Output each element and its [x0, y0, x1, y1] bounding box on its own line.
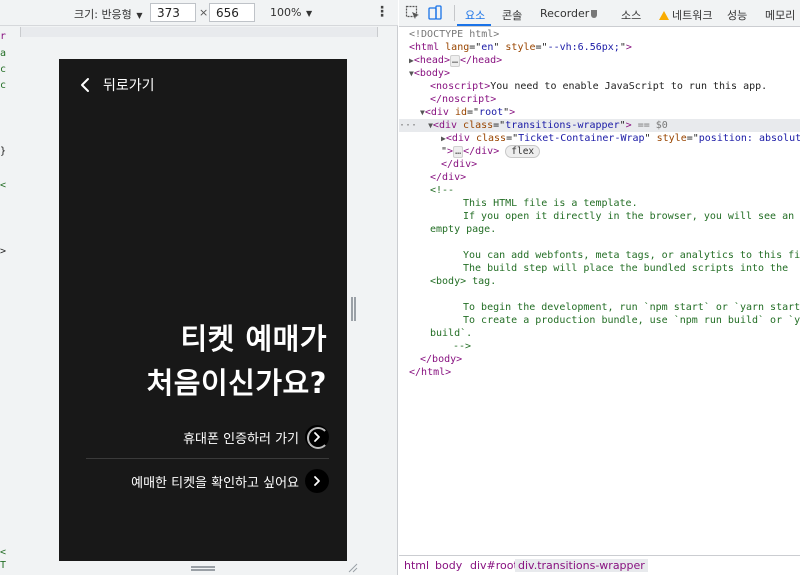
comment-close: -->: [453, 341, 472, 352]
breadcrumb-transitions-wrapper[interactable]: div.transitions-wrapper: [515, 559, 648, 572]
chevron-right-icon: [314, 432, 320, 442]
width-input[interactable]: 373: [150, 3, 196, 22]
headline-line-1: 티켓 예매가: [180, 322, 327, 356]
dom-node-head[interactable]: ▶<head>… </head>: [399, 54, 800, 67]
toolbar-separator: [454, 5, 455, 21]
tab-sources[interactable]: 소스: [621, 7, 641, 23]
dom-node-root[interactable]: ▼<div id="root">: [399, 106, 800, 119]
collapsed-ellipsis[interactable]: …: [449, 55, 461, 67]
dom-breadcrumbs: html body div#root div.transitions-wrapp…: [399, 555, 800, 575]
times-separator: ×: [199, 6, 209, 19]
device-emulation-pane: t r a c c } < > < T 크기: 반응형 ▼ 373 × 656 …: [0, 0, 398, 575]
browser-window: t r a c c } < > < T 크기: 반응형 ▼ 373 × 656 …: [0, 0, 800, 575]
flex-badge[interactable]: flex: [505, 145, 541, 158]
check-tickets-label: 예매한 티켓을 확인하고 싶어요: [131, 475, 299, 491]
headline-line-2: 처음이신가요?: [146, 366, 327, 400]
breadcrumb-root[interactable]: div#root: [470, 559, 518, 572]
dom-node-body[interactable]: ▼<body>: [399, 67, 800, 80]
arrow-button-circle: [305, 469, 329, 493]
check-tickets-button[interactable]: 예매한 티켓을 확인하고 싶어요: [131, 468, 329, 494]
tab-network-label: 네트워크: [672, 9, 713, 22]
comment-line: The build step will place the bundled sc…: [463, 263, 789, 274]
tab-performance[interactable]: 성능: [727, 7, 747, 23]
selected-marker: == $0: [637, 120, 668, 131]
responsive-dimensions-dropdown[interactable]: 크기: 반응형 ▼: [74, 6, 143, 22]
comment-line: empty page.: [430, 224, 497, 235]
caret-down-icon: ▼: [133, 11, 143, 20]
underlying-code-edge: t r a c c } < > < T: [0, 12, 7, 571]
breadcrumb-body[interactable]: body: [435, 559, 462, 572]
divider: [86, 458, 329, 459]
headline: 티켓 예매가 처음이신가요?: [147, 317, 327, 405]
resize-handle-right[interactable]: [351, 297, 356, 321]
dom-node-root-close[interactable]: </div>: [399, 171, 800, 184]
zoom-dropdown[interactable]: 100% ▼: [270, 6, 312, 19]
back-label: 뒤로가기: [103, 78, 155, 94]
comment-line: To begin the development, run `npm start…: [463, 302, 800, 313]
dom-node-html-close[interactable]: </html>: [399, 366, 800, 379]
experiment-flask-icon: [591, 10, 598, 18]
loading-spinner-icon: [305, 425, 329, 449]
dom-node-noscript[interactable]: <noscript>You need to enable JavaScript …: [399, 80, 800, 93]
resize-corner-icon[interactable]: [348, 563, 358, 573]
comment-line: If you open it directly in the browser, …: [463, 211, 795, 222]
resize-handle-bottom[interactable]: [191, 566, 215, 571]
node-actions-icon[interactable]: ···: [399, 120, 423, 131]
comment-line: build`.: [430, 328, 473, 339]
caret-down-icon: ▼: [303, 9, 313, 18]
comment-open[interactable]: <!--: [399, 184, 800, 197]
dom-node-html[interactable]: <html lang="en" style="--vh:6.56px;">: [399, 41, 800, 54]
tab-console[interactable]: 콘솔: [502, 7, 522, 23]
media-query-ruler: [20, 27, 378, 37]
dom-node-body-close[interactable]: </body>: [399, 353, 800, 366]
active-tab-indicator: [457, 24, 491, 26]
comment-line: You can add webfonts, meta tags, or anal…: [463, 250, 800, 261]
tab-elements[interactable]: 요소: [465, 7, 485, 23]
doctype-line: <!DOCTYPE html>: [409, 29, 500, 40]
device-toggle-icon[interactable]: [427, 5, 443, 21]
devtools-panel: 요소 콘솔 Recorder 소스 네트워크 성능 메모리 <!DOCTYPE …: [399, 0, 800, 575]
comment-line: This HTML file is a template.: [463, 198, 638, 209]
phone-verify-button[interactable]: 휴대폰 인증하러 가기: [183, 424, 329, 450]
warning-icon: [659, 11, 669, 20]
breadcrumb-html[interactable]: html: [404, 559, 429, 572]
inspect-element-icon[interactable]: [405, 5, 421, 21]
tab-network[interactable]: 네트워크: [659, 7, 712, 23]
dom-node-transitions-wrapper[interactable]: ··· ▼<div class="transitions-wrapper"> =…: [399, 119, 800, 132]
device-toolbar: 크기: 반응형 ▼ 373 × 656 100% ▼ ⋮: [0, 0, 398, 26]
tab-recorder[interactable]: Recorder: [540, 7, 598, 20]
dom-node-wrapper-close[interactable]: </div>: [399, 158, 800, 171]
chevron-left-icon: [81, 78, 89, 92]
tab-memory[interactable]: 메모리: [765, 7, 795, 23]
chevron-right-icon: [314, 476, 320, 486]
kebab-menu-icon[interactable]: ⋮: [375, 4, 389, 20]
height-input[interactable]: 656: [209, 3, 255, 22]
comment-line: To create a production bundle, use `npm …: [463, 315, 800, 326]
collapsed-ellipsis[interactable]: …: [453, 146, 464, 158]
dom-node-noscript-close[interactable]: </noscript>: [399, 93, 800, 106]
dom-node-ticket-container-cont[interactable]: ">… </div> flex: [399, 145, 800, 158]
tab-recorder-label: Recorder: [540, 7, 590, 20]
dom-node-ticket-container[interactable]: ▶<div class="Ticket-Container-Wrap" styl…: [399, 132, 800, 145]
phone-verify-label: 휴대폰 인증하러 가기: [183, 431, 299, 447]
zoom-label: 100%: [270, 6, 302, 19]
app-viewport: 뒤로가기 티켓 예매가 처음이신가요? 휴대폰 인증하러 가기 예매한 티켓을 …: [59, 59, 347, 561]
dimensions-label: 크기: 반응형: [74, 8, 132, 21]
back-button[interactable]: 뒤로가기: [79, 75, 155, 95]
devtools-toolbar: 요소 콘솔 Recorder 소스 네트워크 성능 메모리: [399, 0, 800, 27]
comment-line: <body> tag.: [430, 276, 497, 287]
ruler-bar: [20, 27, 378, 37]
